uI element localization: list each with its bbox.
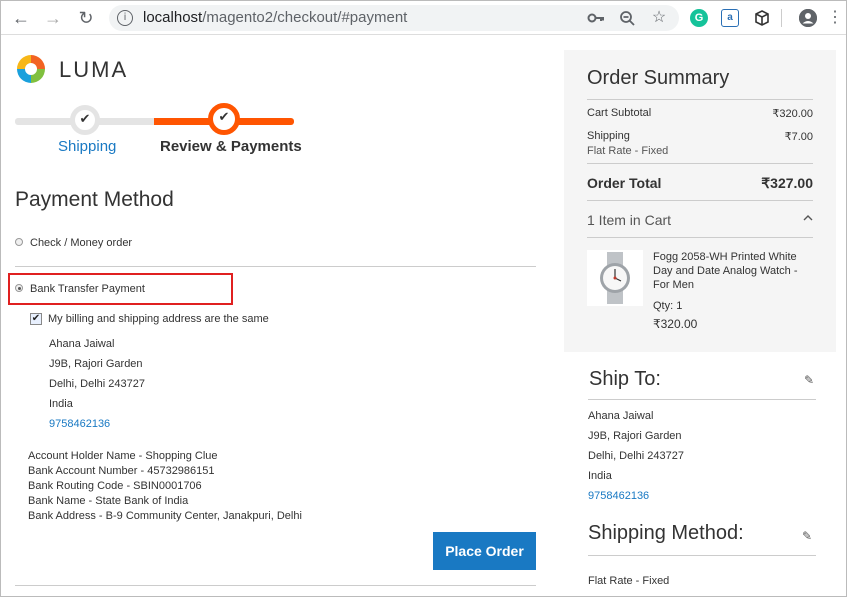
reload-icon[interactable]: ↻ [74, 6, 98, 30]
shipping-method-note: Flat Rate - Fixed [587, 145, 669, 157]
items-in-cart-toggle[interactable]: 1 Item in Cart [587, 212, 671, 228]
check-money-order-radio[interactable] [15, 238, 23, 246]
cart-subtotal-value: ₹320.00 [772, 108, 813, 120]
divider [587, 99, 813, 100]
bank-detail-line: Bank Routing Code - SBIN0001706 [28, 480, 202, 492]
forward-icon[interactable]: → [41, 6, 65, 30]
key-icon[interactable] [587, 10, 605, 26]
divider [587, 237, 813, 238]
place-order-button[interactable]: Place Order [433, 532, 536, 570]
divider [15, 266, 536, 267]
same-address-label[interactable]: My billing and shipping address are the … [48, 313, 269, 325]
menu-icon[interactable]: ⋮ [823, 6, 846, 30]
billing-street: J9B, Rajori Garden [49, 358, 143, 370]
ship-to-phone-link[interactable]: 9758462136 [588, 490, 649, 502]
step-review-payments: Review & Payments [160, 138, 302, 155]
ship-to-city: Delhi, Delhi 243727 [588, 450, 685, 462]
ship-to-country: India [588, 470, 612, 482]
ship-to-name: Ahana Jaiwal [588, 410, 654, 422]
page-frame: ← → ↻ i localhost/magento2/checkout/#pay… [0, 0, 847, 597]
payment-step-check-icon: ✔ [208, 103, 240, 135]
product-price: ₹320.00 [653, 317, 698, 331]
bank-detail-line: Bank Account Number - 45732986151 [28, 465, 215, 477]
billing-phone-link[interactable]: 9758462136 [49, 418, 110, 430]
cart-subtotal-label: Cart Subtotal [587, 107, 652, 119]
same-address-checkbox[interactable]: ✔ [30, 313, 42, 325]
divider [588, 399, 816, 400]
pencil-icon[interactable]: ✎ [802, 530, 814, 542]
cube-icon[interactable] [753, 9, 771, 27]
shipping-method-title: Shipping Method: [588, 522, 744, 544]
info-icon[interactable]: i [117, 10, 133, 26]
order-summary-title: Order Summary [587, 67, 730, 89]
bank-transfer-label[interactable]: Bank Transfer Payment [30, 283, 145, 295]
shipping-method-value: Flat Rate - Fixed [588, 575, 670, 587]
step-shipping-link[interactable]: Shipping [58, 138, 116, 155]
order-summary-panel: Order Summary Cart Subtotal ₹320.00 Ship… [564, 50, 836, 352]
bank-detail-line: Account Holder Name - Shopping Clue [28, 450, 218, 462]
bank-detail-line: Bank Address - B-9 Community Center, Jan… [28, 510, 302, 522]
address-bar[interactable]: i localhost/magento2/checkout/#payment ☆ [109, 5, 679, 31]
check-money-order-label[interactable]: Check / Money order [30, 237, 132, 249]
payment-method-title: Payment Method [15, 188, 174, 211]
bank-transfer-radio[interactable] [15, 284, 23, 292]
url-text[interactable]: localhost/magento2/checkout/#payment [143, 9, 407, 26]
toolbar-separator [781, 9, 782, 27]
shipping-label: Shipping [587, 130, 630, 142]
ship-to-title: Ship To: [589, 368, 661, 390]
order-total-value: ₹327.00 [761, 175, 813, 191]
zoom-icon[interactable] [619, 10, 637, 26]
divider [15, 585, 536, 586]
product-name: Fogg 2058-WH Printed White Day and Date … [653, 251, 798, 291]
grammarly-icon[interactable]: G [690, 9, 708, 27]
order-total-label: Order Total [587, 175, 662, 191]
divider [588, 555, 816, 556]
billing-country: India [49, 398, 73, 410]
divider [587, 200, 813, 201]
star-icon[interactable]: ☆ [650, 10, 668, 26]
pencil-icon[interactable]: ✎ [804, 374, 816, 386]
extension-icon[interactable]: a [721, 9, 739, 27]
billing-name: Ahana Jaiwal [49, 338, 115, 350]
ship-to-street: J9B, Rajori Garden [588, 430, 682, 442]
billing-city: Delhi, Delhi 243727 [49, 378, 146, 390]
browser-toolbar: ← → ↻ i localhost/magento2/checkout/#pay… [1, 1, 846, 35]
divider [587, 163, 813, 164]
chevron-up-icon[interactable] [803, 213, 813, 225]
shipping-value: ₹7.00 [784, 131, 813, 143]
bank-detail-line: Bank Name - State Bank of India [28, 495, 189, 507]
shipping-step-check-icon: ✔ [70, 105, 100, 135]
product-qty: Qty: 1 [653, 300, 683, 312]
watch-product-image [587, 250, 643, 306]
account-icon[interactable] [799, 9, 817, 27]
logo-text: LUMA [59, 57, 129, 82]
luma-logo-mark [17, 55, 45, 83]
back-icon[interactable]: ← [9, 6, 33, 30]
